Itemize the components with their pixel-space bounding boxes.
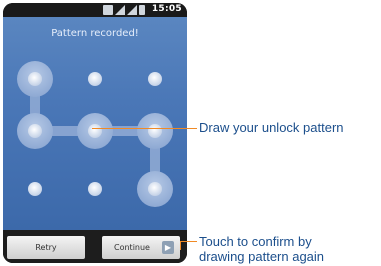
- pattern-dot[interactable]: [17, 61, 53, 97]
- pattern-dot[interactable]: [88, 182, 102, 196]
- pattern-dot[interactable]: [88, 72, 102, 86]
- pattern-callout-line: [92, 128, 197, 129]
- phone-device: 15:05 Pattern recorded! Retry Continue ▶: [3, 3, 187, 263]
- pattern-dot[interactable]: [28, 182, 42, 196]
- sd-card-icon: [115, 5, 125, 15]
- confirm-callout-line-vertical: [180, 241, 181, 250]
- continue-icon: ▶: [162, 241, 174, 254]
- pattern-dot[interactable]: [77, 113, 113, 149]
- status-bar: 15:05: [3, 3, 187, 17]
- pattern-dot[interactable]: [148, 72, 162, 86]
- pattern-dot[interactable]: [137, 171, 173, 207]
- continue-button[interactable]: Continue ▶: [102, 236, 180, 259]
- button-bar: Retry Continue ▶: [3, 230, 187, 263]
- confirm-callout-text-line1: Touch to confirm by: [199, 234, 312, 249]
- retry-label: Retry: [35, 243, 57, 252]
- status-icons: [103, 5, 145, 15]
- battery-icon: [139, 5, 145, 15]
- usb-icon: [103, 5, 113, 15]
- pattern-grid[interactable]: [3, 17, 187, 230]
- status-time: 15:05: [151, 4, 182, 14]
- confirm-callout-line: [180, 241, 197, 242]
- unlock-pattern-screen: Pattern recorded!: [3, 17, 187, 230]
- pattern-dot[interactable]: [137, 113, 173, 149]
- pattern-dot[interactable]: [17, 113, 53, 149]
- signal-icon: [127, 5, 137, 15]
- pattern-callout-text: Draw your unlock pattern: [199, 120, 344, 135]
- continue-label: Continue: [114, 243, 150, 252]
- retry-button[interactable]: Retry: [7, 236, 85, 259]
- confirm-callout-text-line2: drawing pattern again: [199, 249, 325, 264]
